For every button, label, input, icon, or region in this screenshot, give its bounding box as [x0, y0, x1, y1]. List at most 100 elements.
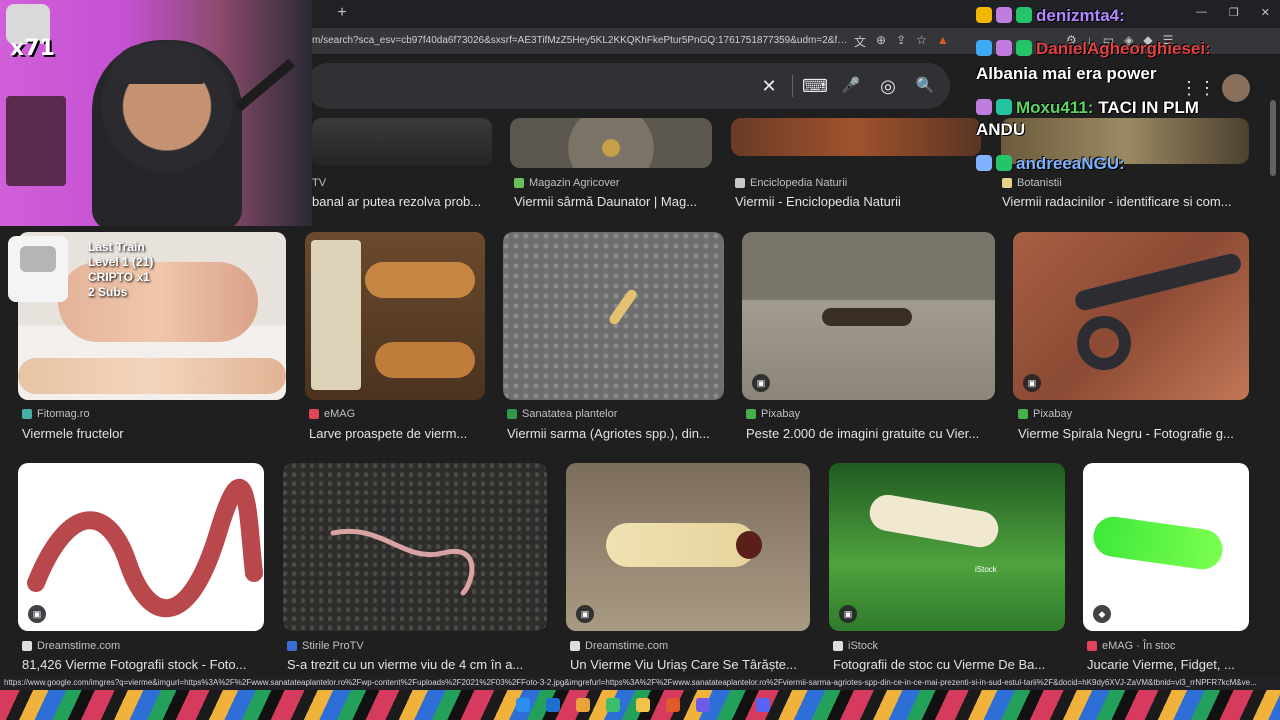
result-title[interactable]: Larve proaspete de vierm... — [309, 426, 485, 441]
new-tab-button[interactable]: + — [334, 4, 350, 22]
result-image[interactable] — [742, 232, 995, 400]
gem-icon — [1016, 7, 1032, 23]
result-source[interactable]: Magazin Agricover — [514, 177, 620, 189]
result-source[interactable]: eMAG · În stoc — [1087, 640, 1175, 652]
crown-icon — [976, 7, 992, 23]
brave-shield-icon[interactable]: ▲ — [937, 33, 949, 50]
favicon-icon — [507, 409, 517, 419]
zoom-icon[interactable]: ⊕ — [876, 33, 886, 50]
address-bar-actions: 文 ⊕ ⇪ ☆ ▲ — [854, 33, 949, 50]
watermark-text: iStock — [975, 565, 997, 574]
product-tag-icon: ◆ — [1093, 605, 1111, 623]
result-title[interactable]: Viermii sârmă Daunator | Mag... — [514, 194, 712, 209]
chat-overlay: denizmta4: DanielAgheorghiesei: Albania … — [976, 4, 1276, 174]
train-title: Last Train — [88, 240, 145, 254]
result-title[interactable]: Viermele fructelor — [22, 426, 282, 441]
mic-arm — [234, 58, 296, 112]
train-icon — [20, 246, 56, 272]
result-source[interactable]: Pixabay — [746, 408, 800, 420]
result-title[interactable]: Viermii sarma (Agriotes spp.), din... — [507, 426, 724, 441]
result-source[interactable]: Stirile ProTV — [287, 640, 364, 652]
brave-icon[interactable] — [666, 698, 680, 712]
gem-icon — [1016, 40, 1032, 56]
result-source[interactable]: Pixabay — [1018, 408, 1072, 420]
chat-message: Moxu411: TACI IN PLM — [976, 98, 1199, 118]
result-title[interactable]: Un Vierme Viu Uriaș Care Se Târăște... — [570, 657, 810, 672]
result-image[interactable] — [503, 232, 724, 400]
cap — [110, 44, 206, 84]
result-title[interactable]: Fotografii de stoc cu Vierme De Ba... — [833, 657, 1063, 672]
result-title[interactable]: 81,426 Vierme Fotografii stock - Foto... — [22, 657, 264, 672]
result-source[interactable]: Dreamstime.com — [570, 640, 668, 652]
image-badge-icon: ▣ — [752, 374, 770, 392]
result-source[interactable]: Botanistii — [1002, 177, 1062, 189]
result-image[interactable] — [1013, 232, 1249, 400]
folder-icon[interactable] — [576, 698, 590, 712]
worm-drawing — [27, 478, 263, 618]
favicon-icon — [287, 641, 297, 651]
result-source[interactable]: Enciclopedia Naturii — [735, 177, 847, 189]
share-icon[interactable]: ⇪ — [896, 33, 906, 50]
mic-icon[interactable]: 🎤 — [840, 75, 862, 97]
result-title[interactable]: S-a trezit cu un vierme viu de 4 cm în a… — [287, 657, 547, 672]
result-title[interactable]: Peste 2.000 de imagini gratuite cu Vier.… — [746, 426, 995, 441]
taskbar-app-icon[interactable] — [546, 698, 560, 712]
result-source[interactable]: Fitomag.ro — [22, 408, 90, 420]
source-label: Magazin Agricover — [529, 177, 620, 189]
result-source[interactable]: Dreamstime.com — [22, 640, 120, 652]
source-label: Pixabay — [1033, 408, 1073, 420]
source-label: iStock — [848, 640, 878, 652]
taskbar-app-icon[interactable] — [636, 698, 650, 712]
result-source[interactable]: eMAG — [309, 408, 355, 420]
sub-badge-icon — [976, 99, 992, 115]
result-source[interactable]: iStock — [833, 640, 878, 652]
result-title[interactable]: Viermii radacinilor - identificare si co… — [1002, 194, 1246, 209]
result-image[interactable]: iStock — [829, 463, 1065, 631]
url-text[interactable]: m/search?sca_esv=cb97f40da6f73026&sxsrf=… — [312, 35, 852, 46]
og-badge-icon — [976, 40, 992, 56]
chat-text: Albania mai era power — [976, 64, 1157, 83]
result-image[interactable] — [510, 118, 712, 168]
chat-text: TACI IN PLM — [1098, 98, 1199, 117]
search-input[interactable] — [326, 77, 746, 95]
result-image[interactable] — [283, 463, 547, 631]
chat-username: denizmta4: — [1036, 6, 1125, 25]
favicon-icon — [833, 641, 843, 651]
chat-message: DanielAgheorghiesei: — [976, 39, 1211, 59]
start-icon[interactable] — [516, 698, 530, 712]
bookmark-icon[interactable]: ☆ — [916, 33, 927, 50]
webcam-overlay: x71 — [0, 0, 312, 226]
result-image[interactable] — [312, 118, 492, 166]
favicon-icon — [570, 641, 580, 651]
sub-badge-icon — [996, 7, 1012, 23]
result-image[interactable] — [1083, 463, 1249, 631]
image-badge-icon: ▣ — [576, 605, 594, 623]
result-title[interactable]: banal ar putea rezolva prob... — [312, 194, 492, 209]
result-source[interactable]: Sanatatea plantelor — [507, 408, 617, 420]
result-image[interactable] — [18, 463, 264, 631]
result-title[interactable]: Jucarie Vierme, Fidget, ... — [1087, 657, 1247, 672]
poster — [6, 96, 66, 186]
result-source[interactable]: TV — [312, 177, 326, 189]
discord-icon[interactable] — [756, 698, 770, 712]
source-label: Sanatatea plantelor — [522, 408, 618, 420]
result-image[interactable] — [566, 463, 810, 631]
taskbar — [0, 690, 1280, 720]
taskbar-app-icon[interactable] — [606, 698, 620, 712]
clear-icon[interactable]: ✕ — [758, 75, 780, 97]
status-url: https://www.google.com/imgres?q=vierme&i… — [0, 676, 1280, 690]
lens-icon[interactable]: ◎ — [877, 75, 899, 97]
favicon-icon — [309, 409, 319, 419]
result-title[interactable]: Viermii - Enciclopedia Naturii — [735, 194, 975, 209]
translate-icon[interactable]: 文 — [854, 33, 866, 50]
result-title[interactable]: Vierme Spirala Negru - Fotografie g... — [1018, 426, 1248, 441]
taskbar-app-icon[interactable] — [696, 698, 710, 712]
result-image[interactable] — [731, 118, 981, 156]
source-label: Fitomag.ro — [37, 408, 90, 420]
result-image[interactable] — [305, 232, 485, 400]
train-level: Level 1 (21) — [88, 255, 154, 269]
source-label: Stirile ProTV — [302, 640, 364, 652]
keyboard-icon[interactable]: ⌨ — [802, 75, 828, 97]
search-box[interactable]: ✕ ⌨ 🎤 ◎ 🔍 — [306, 63, 950, 109]
search-icon[interactable]: 🔍 — [914, 75, 936, 97]
